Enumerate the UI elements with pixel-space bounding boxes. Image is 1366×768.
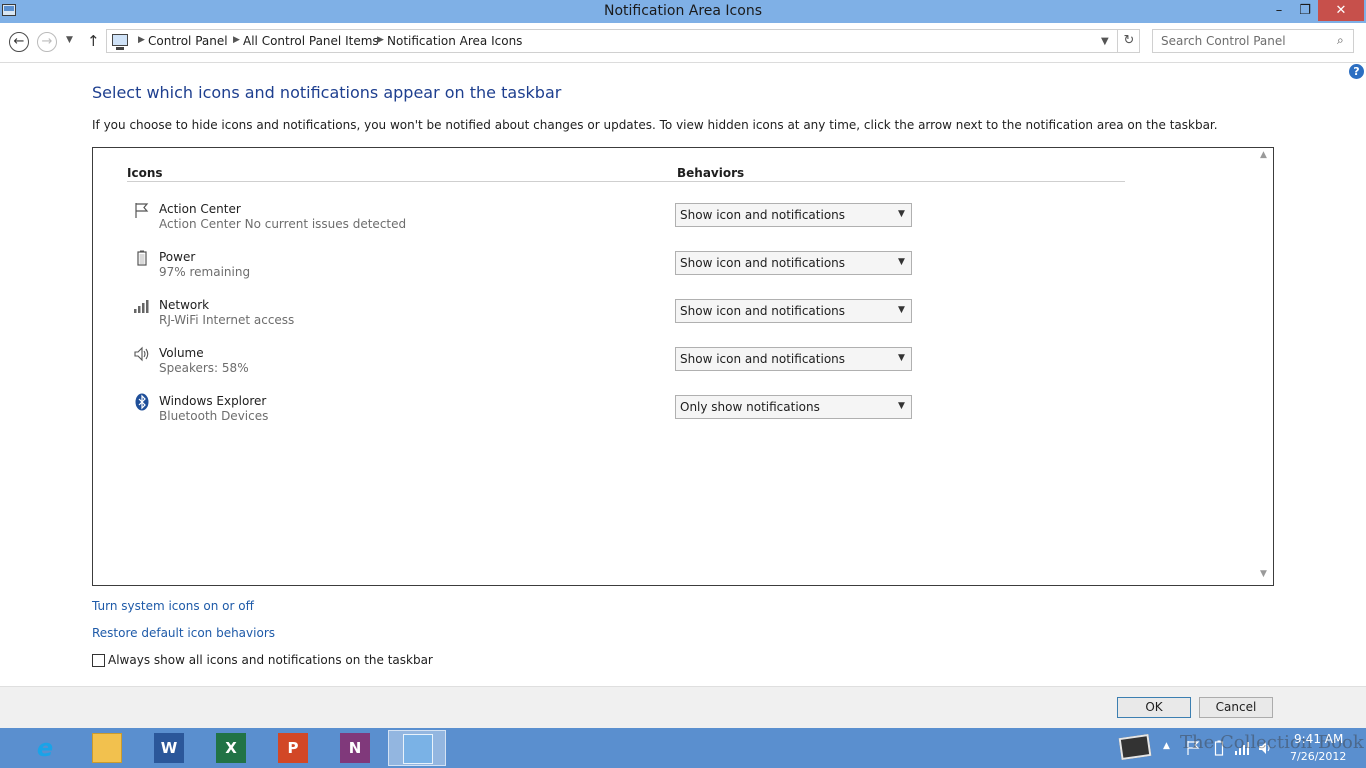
behavior-select-power[interactable]: Show icon and notifications ▼ [675,251,912,275]
dialog-footer: OK Cancel [0,686,1366,728]
refresh-icon[interactable]: ↻ [1117,30,1140,52]
row-name: Volume [159,346,204,360]
chevron-down-icon[interactable]: ▼ [898,209,905,219]
icon-row-volume: Volume Speakers: 58% Show icon and notif… [93,341,1253,389]
address-dropdown-icon[interactable]: ▼ [1101,36,1109,47]
breadcrumb-control-panel[interactable]: Control Panel [148,34,228,48]
forward-button[interactable]: → [37,32,57,52]
column-header-behaviors: Behaviors [677,166,745,180]
clock-time[interactable]: 9:41 AM [1294,732,1343,746]
select-value: Only show notifications [680,400,820,414]
taskbar-excel[interactable]: X [202,730,260,766]
turn-system-icons-link[interactable]: Turn system icons on or off [92,599,254,613]
breadcrumb-notification-area-icons[interactable]: Notification Area Icons [387,34,522,48]
always-show-all-checkbox[interactable] [92,654,105,667]
breadcrumb-separator[interactable]: ▶ [233,35,240,45]
taskbar-file-explorer[interactable] [78,730,136,766]
taskbar-internet-explorer[interactable]: e [16,730,74,766]
behavior-select-volume[interactable]: Show icon and notifications ▼ [675,347,912,371]
search-placeholder: Search Control Panel [1161,34,1286,48]
chevron-down-icon[interactable]: ▼ [898,353,905,363]
row-detail: Bluetooth Devices [159,409,269,423]
maximize-button[interactable]: ❐ [1292,0,1318,21]
navigation-bar: ← → ▼ ↑ ▶ Control Panel ▶ All Control Pa… [0,23,1366,63]
search-input[interactable]: Search Control Panel ⌕ [1152,29,1354,53]
bluetooth-icon [135,393,149,411]
row-name: Power [159,250,196,264]
address-bar[interactable]: ▶ Control Panel ▶ All Control Panel Item… [106,29,1140,53]
show-hidden-icons-arrow[interactable]: ▲ [1163,741,1170,751]
taskbar-word[interactable]: W [140,730,198,766]
header-divider [127,181,1125,182]
icon-row-network: Network RJ-WiFi Internet access Show ico… [93,293,1253,341]
taskbar-powerpoint[interactable]: P [264,730,322,766]
chevron-down-icon[interactable]: ▼ [898,305,905,315]
battery-icon [137,250,147,266]
taskbar-control-panel[interactable] [388,730,446,766]
title-bar: Notification Area Icons – ❐ ✕ [0,0,1366,23]
word-icon: W [154,733,184,763]
recent-locations-icon[interactable]: ▼ [66,35,73,45]
restore-defaults-link[interactable]: Restore default icon behaviors [92,626,275,640]
behavior-select-action-center[interactable]: Show icon and notifications ▼ [675,203,912,227]
clock-date[interactable]: 7/26/2012 [1290,750,1346,763]
computer-icon [112,34,128,50]
vertical-scrollbar[interactable]: ▲ ▼ [1256,148,1273,585]
icon-row-action-center: Action Center Action Center No current i… [93,197,1253,245]
breadcrumb-all-items[interactable]: All Control Panel Items [243,34,379,48]
flag-icon [135,203,149,218]
scroll-down-icon[interactable]: ▼ [1260,569,1267,579]
onenote-icon: N [340,733,370,763]
minimize-button[interactable]: – [1266,0,1292,21]
behavior-select-windows-explorer[interactable]: Only show notifications ▼ [675,395,912,419]
chevron-down-icon[interactable]: ▼ [898,257,905,267]
column-header-icons: Icons [127,166,163,180]
close-button[interactable]: ✕ [1318,0,1364,21]
folder-icon [92,733,122,763]
select-value: Show icon and notifications [680,256,846,270]
help-icon[interactable]: ? [1349,64,1364,79]
icon-row-power: Power 97% remaining Show icon and notifi… [93,245,1253,293]
behavior-select-network[interactable]: Show icon and notifications ▼ [675,299,912,323]
internet-explorer-icon: e [36,734,54,762]
row-name: Network [159,298,210,312]
speaker-icon [134,346,149,362]
search-icon[interactable]: ⌕ [1337,33,1344,48]
scroll-up-icon[interactable]: ▲ [1260,150,1267,160]
chevron-down-icon[interactable]: ▼ [898,401,905,411]
row-detail: 97% remaining [159,265,251,279]
breadcrumb-separator[interactable]: ▶ [377,35,384,45]
icons-list-panel: Icons Behaviors Action Center Action Cen… [92,147,1274,586]
excel-icon: X [216,733,246,763]
back-button[interactable]: ← [9,32,29,52]
taskbar: e W X P N ▲ The Collection Book 9:41 AM … [0,728,1366,768]
breadcrumb-separator[interactable]: ▶ [138,35,145,45]
row-name: Action Center [159,202,241,216]
row-detail: RJ-WiFi Internet access [159,313,295,327]
icon-row-windows-explorer: Windows Explorer Bluetooth Devices Only … [93,389,1253,437]
cancel-button[interactable]: Cancel [1199,697,1273,718]
keyboard-icon[interactable] [1118,734,1152,760]
page-description: If you choose to hide icons and notifica… [92,118,1218,132]
powerpoint-icon: P [278,733,308,763]
window-title: Notification Area Icons [603,3,762,19]
row-detail: Speakers: 58% [159,361,249,375]
signal-icon [134,300,149,313]
taskbar-onenote[interactable]: N [326,730,384,766]
select-value: Show icon and notifications [680,304,846,318]
ok-button[interactable]: OK [1117,697,1191,718]
always-show-all-label[interactable]: Always show all icons and notifications … [108,653,433,667]
row-detail: Action Center No current issues detected [159,217,407,231]
select-value: Show icon and notifications [680,352,846,366]
row-name: Windows Explorer [159,394,267,408]
control-panel-icon [403,734,433,764]
up-button[interactable]: ↑ [87,32,100,50]
page-title: Select which icons and notifications app… [92,83,562,102]
select-value: Show icon and notifications [680,208,846,222]
